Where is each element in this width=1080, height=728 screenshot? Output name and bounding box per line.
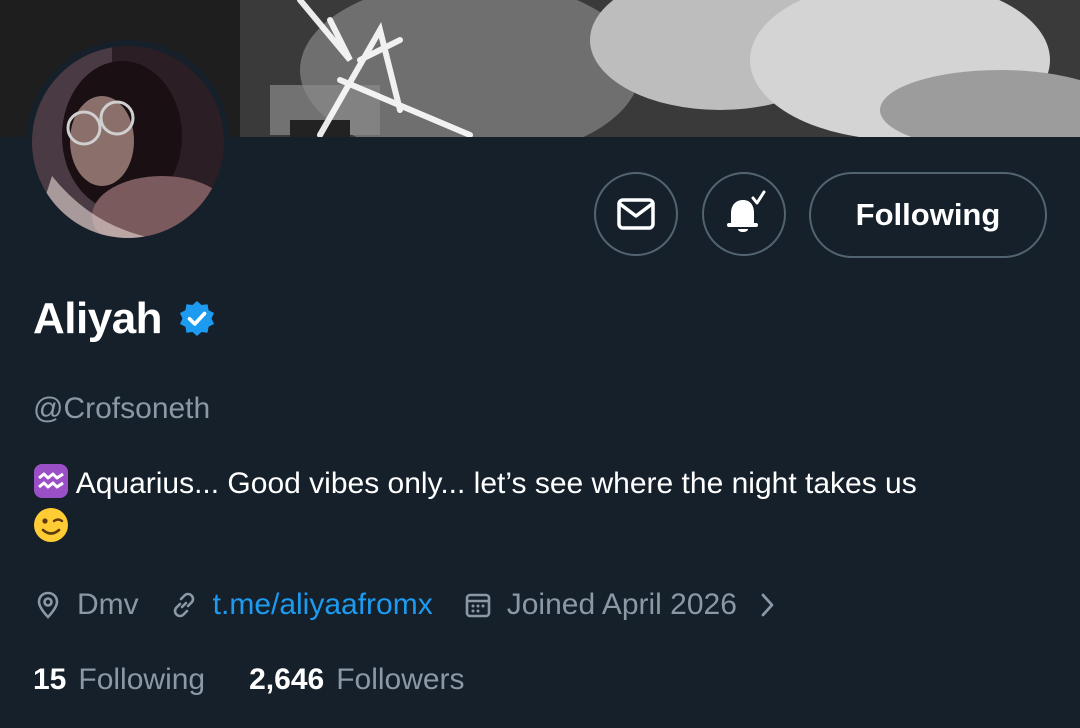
avatar[interactable] [26, 40, 230, 244]
bell-check-icon [727, 190, 766, 232]
website-link[interactable]: t.me/aliyaafromx [213, 588, 433, 622]
chevron-right-icon[interactable] [759, 592, 777, 618]
bio: Aquarius... Good vibes only... let’s see… [33, 462, 1043, 550]
notifications-button[interactable] [702, 172, 786, 256]
mail-icon [617, 198, 655, 230]
following-stat-label: Following [78, 663, 206, 696]
following-stat[interactable]: 15 Following [33, 663, 205, 697]
following-button[interactable]: Following [809, 172, 1047, 258]
display-name: Aliyah [33, 294, 163, 343]
follow-stats: 15 Following 2,646 Followers [33, 658, 465, 702]
winking-face-icon [33, 507, 69, 543]
message-button[interactable] [594, 172, 678, 256]
profile-meta: Dmv t.me/aliyaafromx Joined April 2026 [33, 583, 777, 627]
calendar-icon [463, 590, 493, 620]
followers-stat-label: Followers [336, 663, 465, 696]
join-date-text: Joined April 2026 [506, 588, 737, 621]
name-row: Aliyah [33, 290, 216, 348]
location: Dmv [33, 588, 139, 622]
followers-count: 2,646 [249, 663, 325, 696]
user-handle: @Crofsoneth [33, 392, 211, 425]
avatar-photo [32, 46, 224, 238]
link-icon [169, 590, 199, 620]
profile-page: Following Aliyah @Crofsoneth Aquarius...… [0, 0, 1080, 728]
location-pin-icon [33, 590, 63, 620]
followers-stat[interactable]: 2,646 Followers [249, 663, 464, 697]
join-date[interactable]: Joined April 2026 [463, 588, 777, 622]
website[interactable]: t.me/aliyaafromx [169, 588, 433, 622]
aquarius-icon [33, 463, 69, 499]
location-text: Dmv [77, 588, 139, 621]
verified-badge-icon[interactable] [178, 300, 216, 338]
following-count: 15 [33, 663, 67, 696]
bio-text: Aquarius... Good vibes only... let’s see… [75, 467, 917, 500]
following-button-label: Following [855, 197, 1001, 232]
